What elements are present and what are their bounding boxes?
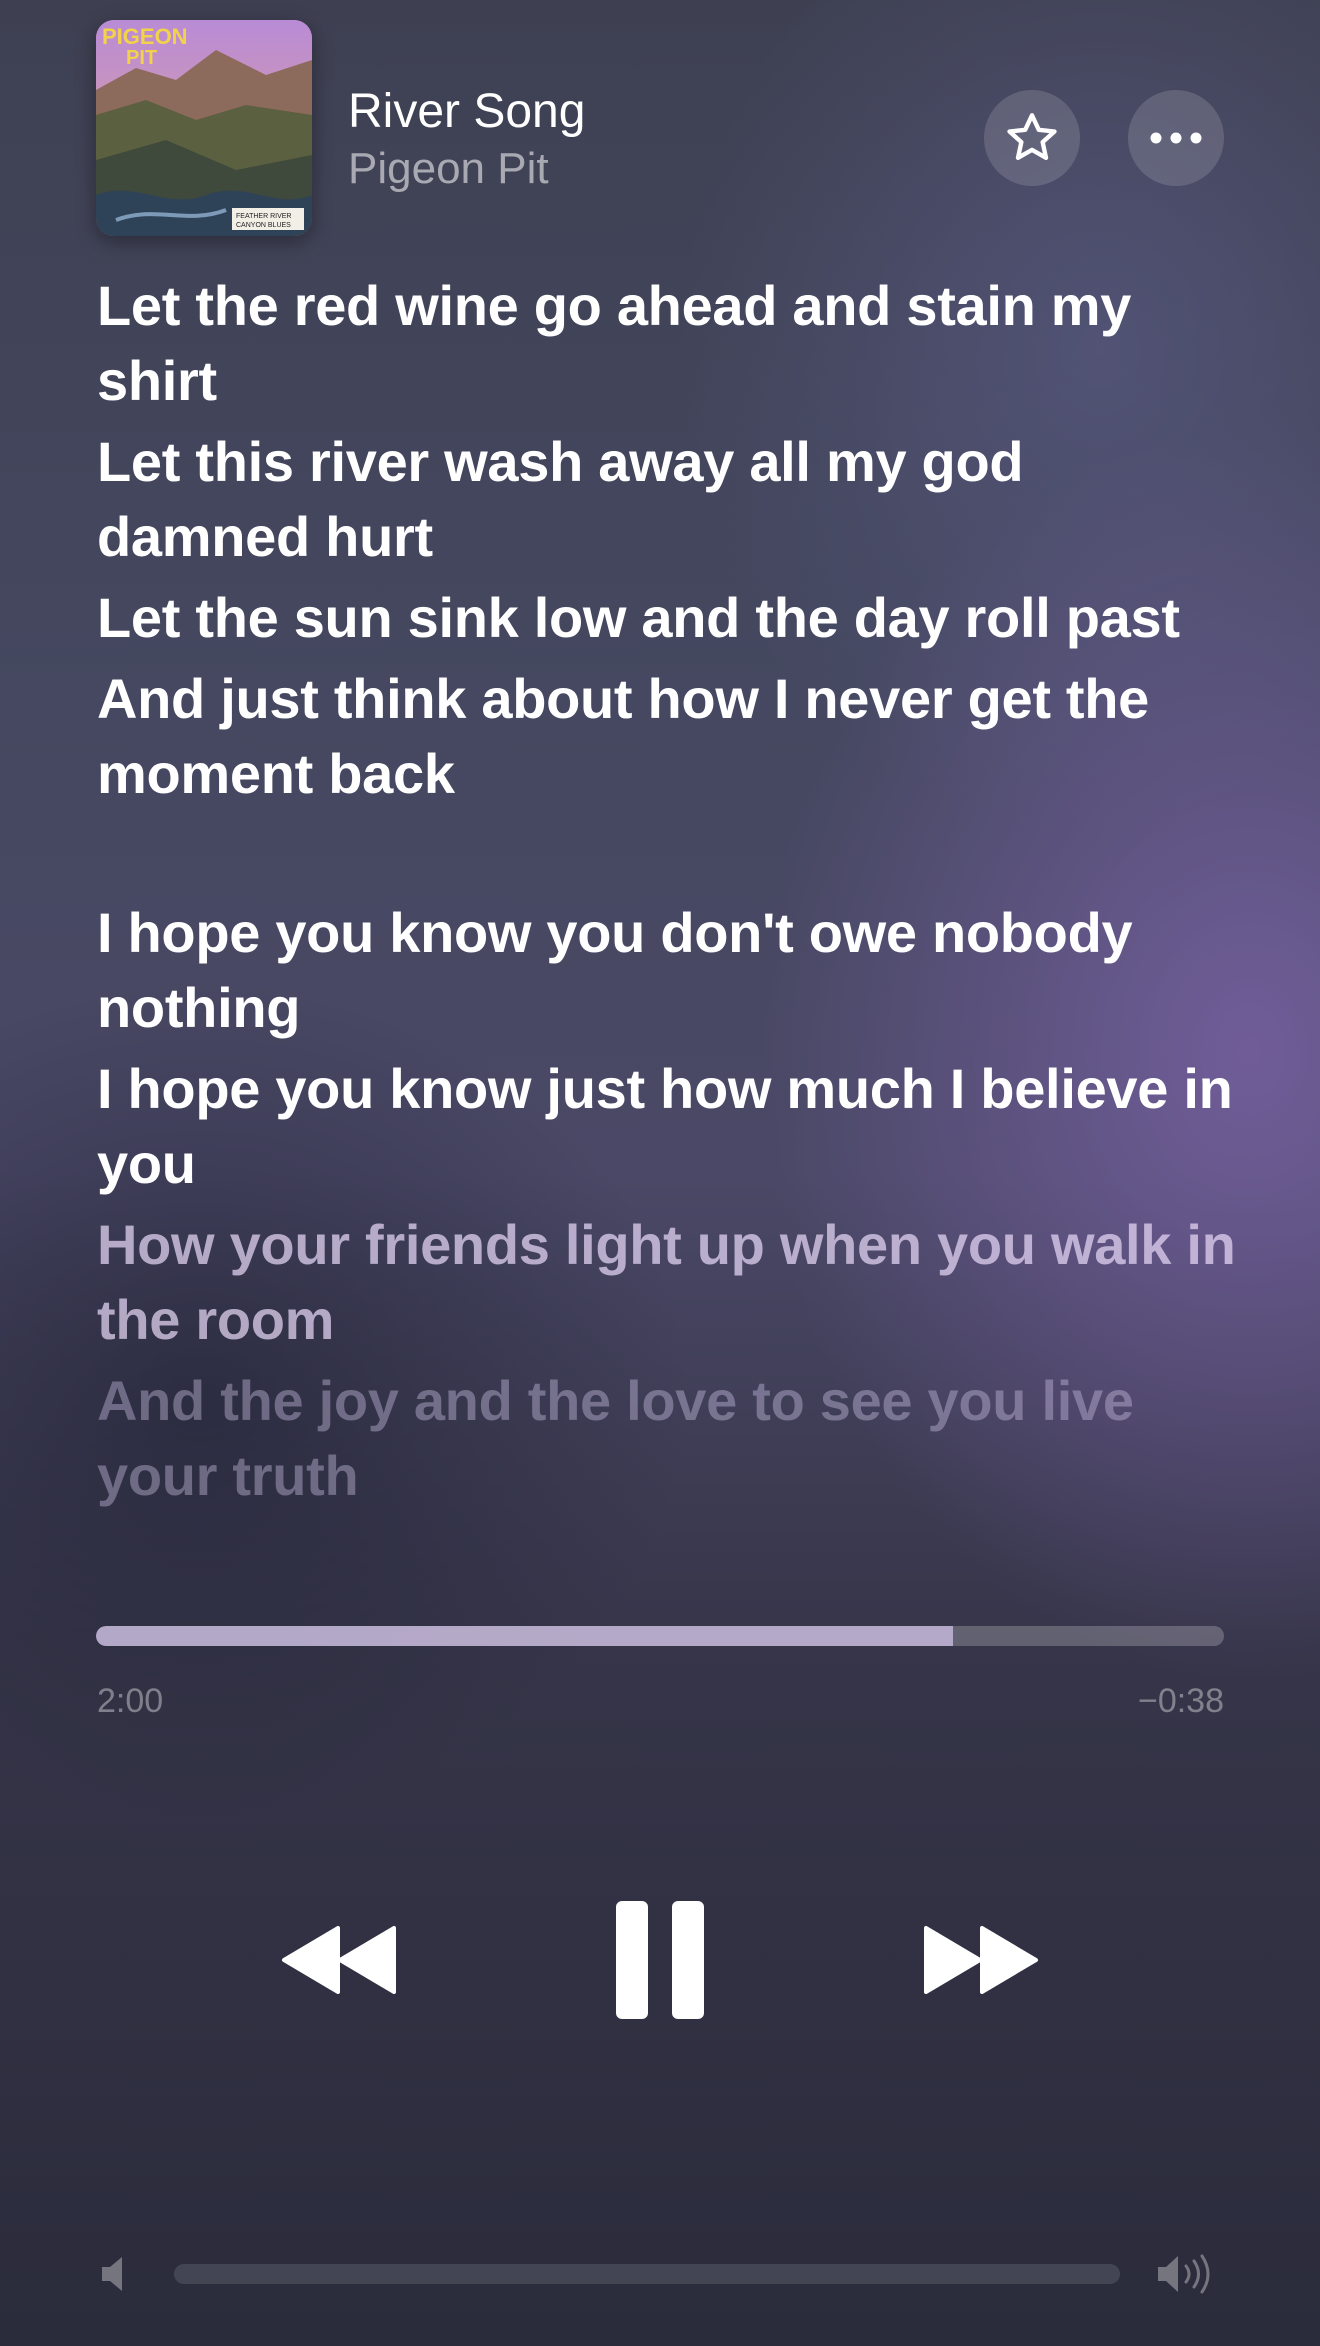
- more-options-button[interactable]: [1128, 90, 1224, 186]
- star-icon: [1007, 113, 1057, 160]
- ellipsis-icon: [1150, 132, 1202, 144]
- pause-button[interactable]: [600, 1895, 720, 2025]
- lyric-line[interactable]: I hope you know you don't owe nobody not…: [97, 895, 1237, 1045]
- rewind-icon: [282, 1926, 396, 1994]
- svg-text:FEATHER RIVER: FEATHER RIVER: [236, 213, 292, 220]
- lyric-line-current[interactable]: I hope you know just how much I believe …: [97, 1051, 1237, 1201]
- track-title[interactable]: River Song: [348, 84, 585, 139]
- speaker-low-icon: [102, 2257, 122, 2291]
- rewind-button[interactable]: [270, 1910, 410, 2010]
- lyric-line-upcoming[interactable]: And the joy and the love to see you live…: [97, 1363, 1237, 1513]
- lyrics-panel[interactable]: Let the red wine go ahead and stain my s…: [97, 268, 1237, 1519]
- lyric-line[interactable]: Let this river wash away all my god damn…: [97, 424, 1237, 574]
- favorite-button[interactable]: [984, 90, 1080, 186]
- fast-forward-icon: [924, 1926, 1038, 1994]
- svg-text:PIT: PIT: [126, 47, 157, 69]
- speaker-high-icon: [1158, 2254, 1210, 2294]
- lyric-line[interactable]: Let the red wine go ahead and stain my s…: [97, 268, 1237, 418]
- playback-scrubber[interactable]: [96, 1626, 1224, 1646]
- track-artist[interactable]: Pigeon Pit: [348, 144, 549, 194]
- lyric-line[interactable]: Let the sun sink low and the day roll pa…: [97, 580, 1237, 655]
- artwork-logo-text: PIGEON: [102, 24, 188, 49]
- album-artwork[interactable]: PIGEON PIT FEATHER RIVER CANYON BLUES: [96, 20, 312, 236]
- pause-icon: [616, 1901, 704, 2019]
- volume-slider[interactable]: [174, 2264, 1120, 2284]
- lyric-line[interactable]: And just think about how I never get the…: [97, 661, 1237, 811]
- svg-text:CANYON BLUES: CANYON BLUES: [236, 222, 291, 229]
- playback-progress-fill: [96, 1626, 954, 1646]
- remaining-time: −0:38: [1137, 1682, 1224, 1720]
- album-artwork-image: PIGEON PIT FEATHER RIVER CANYON BLUES: [96, 20, 312, 236]
- elapsed-time: 2:00: [97, 1682, 164, 1720]
- fast-forward-button[interactable]: [910, 1910, 1050, 2010]
- lyric-line-upcoming[interactable]: How your friends light up when you walk …: [97, 1207, 1237, 1357]
